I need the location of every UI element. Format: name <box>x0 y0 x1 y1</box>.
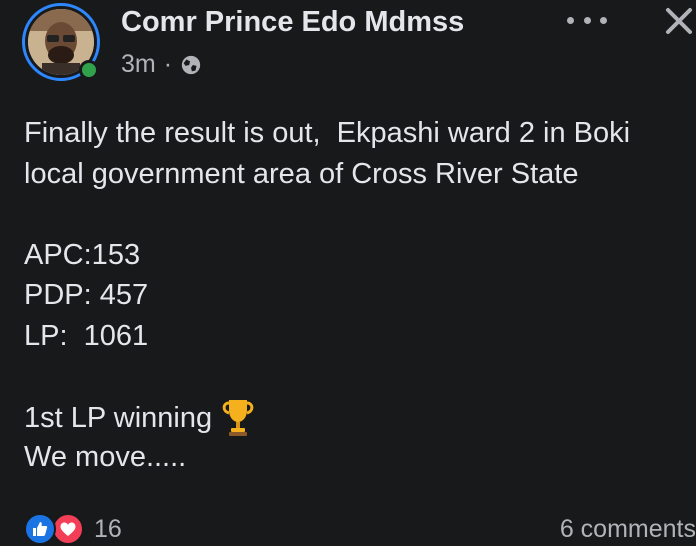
post-line: local government area of Cross River Sta… <box>24 157 579 190</box>
trophy-emoji <box>222 399 254 436</box>
post-line: Finally the result is out, Ekpashi ward … <box>24 117 631 149</box>
love-icon <box>52 513 84 545</box>
reactions-summary[interactable]: 16 <box>24 513 122 545</box>
post-time[interactable]: 3m <box>121 50 156 79</box>
more-horizontal-icon[interactable] <box>567 8 607 32</box>
globe-icon[interactable] <box>180 54 202 76</box>
like-icon <box>24 513 56 545</box>
post-meta: 3m · <box>121 50 202 79</box>
post-line: PDP: 457 <box>24 279 149 311</box>
meta-separator: · <box>163 50 173 78</box>
comments-link[interactable]: 6 comments <box>560 515 696 544</box>
post-line: APC:153 <box>24 238 141 271</box>
online-status-dot <box>79 60 99 80</box>
close-icon[interactable] <box>662 4 696 38</box>
post-line-with-emoji: 1st LP winning <box>24 397 696 438</box>
post-line: 1st LP winning <box>24 401 213 434</box>
post-author[interactable]: Comr Prince Edo Mdmss <box>121 6 464 39</box>
reaction-count: 16 <box>94 514 122 543</box>
post-line: We move..... <box>24 441 187 473</box>
post-line: LP: 1061 <box>24 319 149 352</box>
post-body: Finally the result is out, Ekpashi ward … <box>24 113 696 478</box>
